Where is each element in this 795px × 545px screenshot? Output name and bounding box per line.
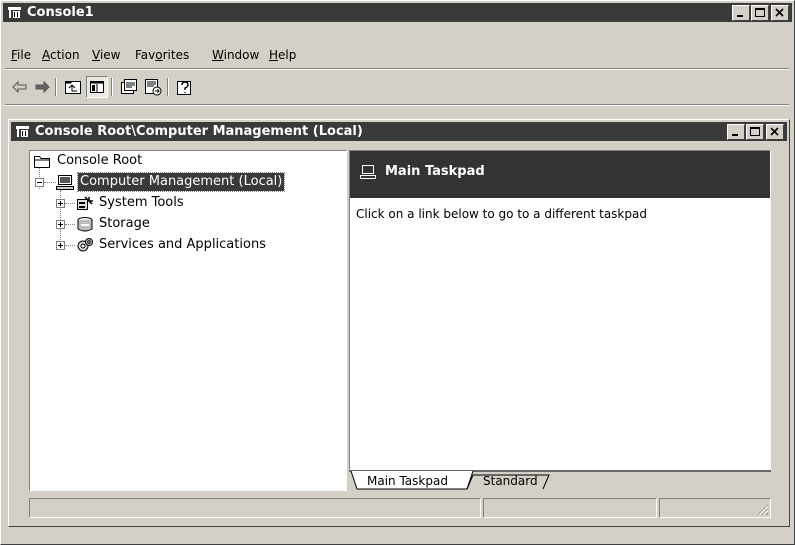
console-child-window: Console Root\Computer Management (Local) <box>8 119 790 527</box>
child-window-title: Console Root\Computer Management (Local) <box>35 124 363 139</box>
storage-icon <box>77 217 93 232</box>
status-cell-main <box>29 498 481 518</box>
taskpad-pane: Main Taskpad Click on a link below to go… <box>349 150 771 470</box>
show-hide-console-tree-icon <box>90 81 104 93</box>
export-list-button[interactable] <box>142 76 164 98</box>
back-icon <box>12 80 27 94</box>
tab-main-taskpad[interactable]: Main Taskpad <box>367 474 448 488</box>
menu-bar: File Action View Favorites Window Help <box>5 48 785 66</box>
toolbar-separator <box>111 78 113 96</box>
maximize-button[interactable] <box>751 5 769 21</box>
window-title: Console1 <box>27 5 94 20</box>
up-one-level-icon <box>65 81 81 94</box>
services-icon <box>77 238 93 252</box>
expand-toggle-icon[interactable] <box>56 220 65 229</box>
toolbar-separator <box>167 78 169 96</box>
tree-label: Services and Applications <box>99 237 266 252</box>
minimize-button[interactable] <box>732 5 750 21</box>
forward-icon <box>35 80 50 94</box>
computer-icon <box>56 175 74 190</box>
expand-toggle-icon[interactable] <box>56 199 65 208</box>
view-tabs: Main Taskpad Standard <box>349 470 771 492</box>
menu-action[interactable]: Action <box>42 48 80 62</box>
close-icon <box>775 8 784 17</box>
size-grip-icon[interactable] <box>757 504 769 516</box>
properties-button[interactable] <box>118 76 140 98</box>
status-bar <box>29 498 771 518</box>
up-one-level-button[interactable] <box>62 76 84 98</box>
maximize-icon <box>750 127 760 136</box>
tree-item-system-tools[interactable]: System Tools <box>32 194 332 212</box>
mmc-app-icon[interactable] <box>7 5 22 19</box>
child-title-bar[interactable]: Console Root\Computer Management (Local) <box>11 122 787 141</box>
menu-help[interactable]: Help <box>269 48 296 62</box>
child-minimize-button[interactable] <box>727 124 745 140</box>
child-maximize-button[interactable] <box>746 124 764 140</box>
title-bar[interactable]: Console1 <box>3 3 792 22</box>
back-button[interactable] <box>9 76 31 98</box>
tree-label: System Tools <box>99 195 184 210</box>
folder-icon <box>34 156 50 168</box>
toolbar-separator-line <box>5 104 789 106</box>
taskpad-computer-icon <box>360 165 376 179</box>
menu-separator <box>5 68 789 70</box>
menu-file[interactable]: File <box>11 48 31 62</box>
status-cell-2 <box>483 498 657 518</box>
collapse-toggle-icon[interactable] <box>35 178 44 187</box>
tree-label: Console Root <box>57 153 143 168</box>
menu-view[interactable]: View <box>92 48 120 62</box>
forward-button[interactable] <box>31 76 53 98</box>
menu-favorites[interactable]: Favorites <box>135 48 189 62</box>
system-tools-icon <box>77 196 93 210</box>
minimize-icon <box>732 134 738 136</box>
taskpad-title: Main Taskpad <box>385 164 485 179</box>
maximize-icon <box>755 8 765 17</box>
child-close-button[interactable] <box>766 124 784 140</box>
export-list-icon <box>145 79 162 96</box>
tree-label: Storage <box>99 216 150 231</box>
toolbar <box>5 76 305 98</box>
show-hide-console-tree-button[interactable] <box>86 76 108 98</box>
tree-item-services-and-applications[interactable]: Services and Applications <box>32 236 332 254</box>
status-cell-3 <box>659 498 771 518</box>
menu-window[interactable]: Window <box>212 48 259 62</box>
expand-toggle-icon[interactable] <box>56 241 65 250</box>
console-window: Console1 File Action View Favorites Wind… <box>0 0 795 545</box>
properties-icon <box>121 79 137 94</box>
help-button[interactable] <box>174 76 196 98</box>
mmc-child-icon[interactable] <box>15 124 30 138</box>
toolbar-separator <box>55 78 57 96</box>
tree-item-computer-management[interactable]: Computer Management (Local) <box>32 172 332 192</box>
taskpad-header: Main Taskpad <box>350 151 770 198</box>
minimize-icon <box>737 15 743 17</box>
tab-standard[interactable]: Standard <box>483 474 538 488</box>
help-icon <box>177 81 191 95</box>
close-icon <box>770 127 779 136</box>
close-button[interactable] <box>771 5 789 21</box>
tree-item-console-root[interactable]: Console Root <box>32 152 332 170</box>
console-tree-pane[interactable]: Console Root Computer Management (Local) <box>29 150 347 491</box>
taskpad-description: Click on a link below to go to a differe… <box>356 207 647 221</box>
tree-label-selected: Computer Management (Local) <box>76 172 286 192</box>
tree-item-storage[interactable]: Storage <box>32 215 332 233</box>
